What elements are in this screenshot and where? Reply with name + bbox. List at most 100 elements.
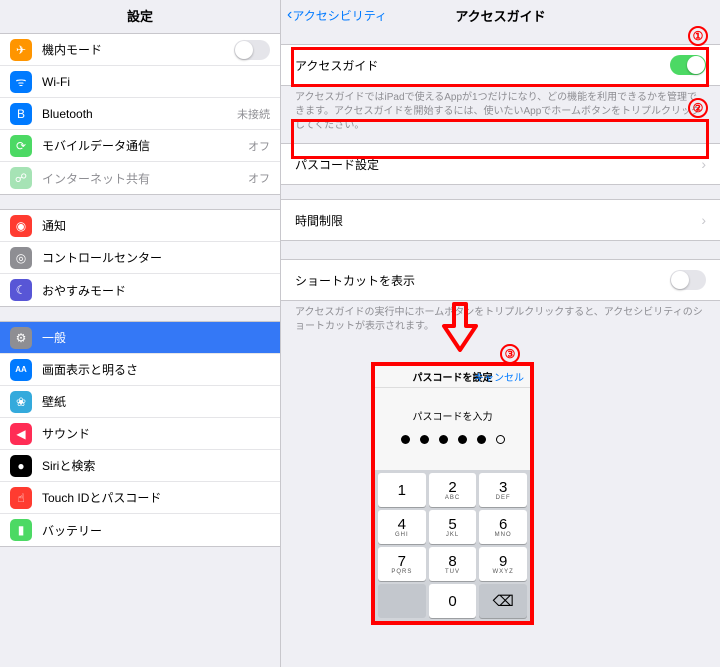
sidebar-item-Bluetooth[interactable]: B Bluetooth未接続 [0, 98, 280, 130]
row-icon: ◉ [10, 215, 32, 237]
sidebar-item-画面表示と明るさ[interactable]: AA 画面表示と明るさ [0, 354, 280, 386]
arrow-down-icon [440, 302, 480, 352]
toggle-switch[interactable] [234, 40, 270, 60]
key-sub: WXYZ [493, 569, 514, 575]
row-label: 機内モード [42, 41, 234, 58]
guided-access-switch[interactable] [670, 55, 706, 75]
digit-key-4[interactable]: 4GHI [378, 510, 426, 544]
shortcut-desc: アクセスガイドの実行中にホームボタンをトリプルクリックすると、アクセシビリティの… [281, 301, 720, 344]
row-label: Wi-Fi [42, 75, 270, 89]
digit-key-2[interactable]: 2ABC [429, 473, 477, 507]
sidebar-item-Wi-Fi[interactable]: ᯤWi-Fi [0, 66, 280, 98]
key-digit: 3 [499, 480, 507, 495]
row-value: 未接続 [237, 106, 270, 122]
row-label: インターネット共有 [42, 170, 248, 187]
row-label: 通知 [42, 217, 270, 234]
annot-2: ② [688, 98, 708, 118]
row-label: 画面表示と明るさ [42, 361, 270, 378]
key-digit: 1 [398, 483, 406, 498]
dot-filled [420, 435, 429, 444]
row-icon: ❀ [10, 391, 32, 413]
back-label: アクセシビリティ [292, 7, 387, 24]
row-icon: B [10, 103, 32, 125]
guided-access-desc: アクセスガイドではiPadで使えるAppが1つだけになり、どの機能を利用できるか… [281, 86, 720, 143]
digit-key-6[interactable]: 6MNO [479, 510, 527, 544]
row-label: 壁紙 [42, 393, 270, 410]
shortcut-switch[interactable] [670, 270, 706, 290]
sidebar-item-通知[interactable]: ◉ 通知 [0, 210, 280, 242]
row-label: Siriと検索 [42, 457, 270, 474]
sidebar-item-おやすみモード[interactable]: ☾おやすみモード [0, 274, 280, 306]
row-icon: ☍ [10, 167, 32, 189]
passcode-modal: パスコードを設定 キャンセル パスコードを入力 12ABC3DEF4GHI5JK… [371, 362, 534, 625]
passcode-settings-row[interactable]: パスコード設定 › [281, 144, 720, 184]
key-sub: DEF [496, 495, 511, 501]
dot-filled [458, 435, 467, 444]
row-label: サウンド [42, 425, 270, 442]
digit-key-0[interactable]: 0 [429, 584, 477, 618]
row-label: パスコード設定 [295, 156, 701, 173]
row-label: コントロールセンター [42, 249, 270, 266]
row-label: Touch IDとパスコード [42, 489, 270, 506]
passcode-dots [375, 435, 530, 470]
chevron-right-icon: › [701, 156, 706, 172]
sidebar-title: 設定 [0, 0, 280, 33]
sidebar-item-壁紙[interactable]: ❀ 壁紙 [0, 386, 280, 418]
sidebar-item-インターネット共有[interactable]: ☍インターネット共有オフ [0, 162, 280, 194]
time-limit-row[interactable]: 時間制限 › [281, 200, 720, 240]
row-icon: ⚙ [10, 327, 32, 349]
row-label: 時間制限 [295, 212, 701, 229]
row-icon: AA [10, 359, 32, 381]
key-digit: ⌫ [493, 594, 514, 609]
key-sub: JKL [446, 532, 459, 538]
digit-key-3[interactable]: 3DEF [479, 473, 527, 507]
chevron-right-icon: › [701, 212, 706, 228]
row-label: バッテリー [42, 522, 270, 539]
sidebar-item-Siriと検索[interactable]: ●Siriと検索 [0, 450, 280, 482]
sidebar-item-機内モード[interactable]: ✈︎ 機内モード [0, 34, 280, 66]
keypad: 12ABC3DEF4GHI5JKL6MNO7PQRS8TUV9WXYZ0⌫ [375, 470, 530, 621]
digit-key-9[interactable]: 9WXYZ [479, 547, 527, 581]
modal-header: パスコードを設定 キャンセル [375, 366, 530, 388]
key-sub: ABC [445, 495, 460, 501]
digit-key-1[interactable]: 1 [378, 473, 426, 507]
key-digit: 2 [448, 480, 456, 495]
key-digit: 4 [398, 517, 406, 532]
sidebar-item-一般[interactable]: ⚙ 一般 [0, 322, 280, 354]
nav-bar: ‹ アクセシビリティ アクセスガイド [281, 0, 720, 30]
key-digit: 5 [448, 517, 456, 532]
guided-access-row[interactable]: アクセスガイド [281, 45, 720, 85]
blank-key [378, 584, 426, 618]
key-digit: 8 [448, 554, 456, 569]
row-label: 一般 [42, 329, 270, 346]
row-icon: ☾ [10, 279, 32, 301]
row-icon: ✈︎ [10, 39, 32, 61]
delete-key[interactable]: ⌫ [479, 584, 527, 618]
sidebar-item-サウンド[interactable]: ◀︎ サウンド [0, 418, 280, 450]
annot-3: ③ [500, 344, 520, 364]
shortcut-row[interactable]: ショートカットを表示 [281, 260, 720, 300]
dot-filled [477, 435, 486, 444]
key-digit: 9 [499, 554, 507, 569]
sidebar-item-モバイルデータ通信[interactable]: ⟳モバイルデータ通信オフ [0, 130, 280, 162]
row-icon: ☝︎ [10, 487, 32, 509]
sidebar-item-Touch IDとパスコード[interactable]: ☝︎ Touch IDとパスコード [0, 482, 280, 514]
row-label: モバイルデータ通信 [42, 137, 248, 154]
key-sub: TUV [445, 569, 460, 575]
row-icon: ▮ [10, 519, 32, 541]
digit-key-5[interactable]: 5JKL [429, 510, 477, 544]
row-label: Bluetooth [42, 107, 237, 121]
sidebar-item-バッテリー[interactable]: ▮ バッテリー [0, 514, 280, 546]
settings-sidebar: 設定 ✈︎機内モードᯤWi-FiBBluetooth未接続⟳モバイルデータ通信オ… [0, 0, 281, 667]
page-title: アクセスガイド [455, 6, 545, 25]
digit-key-7[interactable]: 7PQRS [378, 547, 426, 581]
key-sub: PQRS [391, 569, 412, 575]
sidebar-item-コントロールセンター[interactable]: ◎ コントロールセンター [0, 242, 280, 274]
digit-key-8[interactable]: 8TUV [429, 547, 477, 581]
cancel-button[interactable]: キャンセル [474, 369, 524, 384]
back-button[interactable]: ‹ アクセシビリティ [287, 6, 387, 24]
row-icon: ⟳ [10, 135, 32, 157]
row-icon: ◀︎ [10, 423, 32, 445]
dot-filled [401, 435, 410, 444]
row-icon: ◎ [10, 247, 32, 269]
